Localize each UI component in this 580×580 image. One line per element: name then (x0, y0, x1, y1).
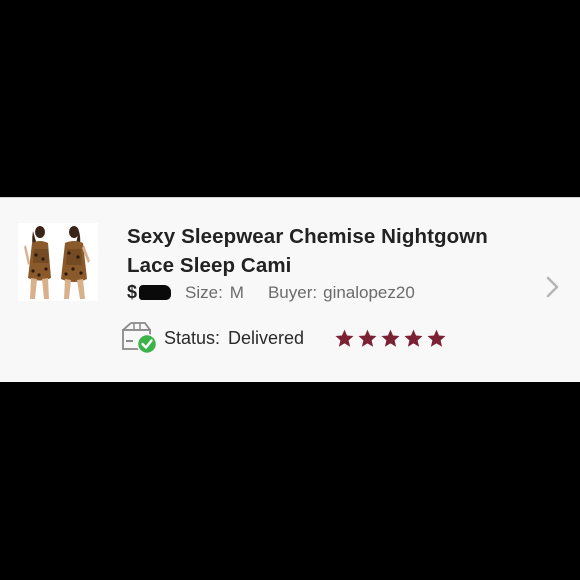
listing-title[interactable]: Sexy Sleepwear Chemise Nightgown Lace Sl… (127, 222, 537, 280)
star-icon (335, 329, 354, 347)
status-value: Delivered (228, 327, 305, 348)
star-icon (381, 329, 400, 347)
order-card[interactable]: Sexy Sleepwear Chemise Nightgown Lace Sl… (0, 197, 580, 382)
status-label: Status: (164, 327, 221, 348)
price-redaction (139, 285, 171, 300)
star-icon (358, 329, 377, 347)
star-icon (427, 329, 446, 347)
size-value: M (229, 283, 244, 302)
rating-stars (334, 328, 447, 349)
buyer-label: Buyer: (267, 283, 318, 302)
product-thumbnail (18, 223, 98, 301)
package-delivered-icon (120, 321, 158, 355)
listing-meta: $ Size: M Buyer: ginalopez20 (127, 282, 415, 304)
chevron-right-icon[interactable] (543, 275, 563, 299)
size-label: Size: (185, 283, 223, 302)
buyer-value[interactable]: ginalopez20 (323, 283, 415, 303)
price: $ (127, 282, 171, 304)
status-row: Status: Delivered (120, 321, 447, 355)
price-symbol: $ (127, 282, 138, 302)
star-icon (404, 329, 423, 347)
